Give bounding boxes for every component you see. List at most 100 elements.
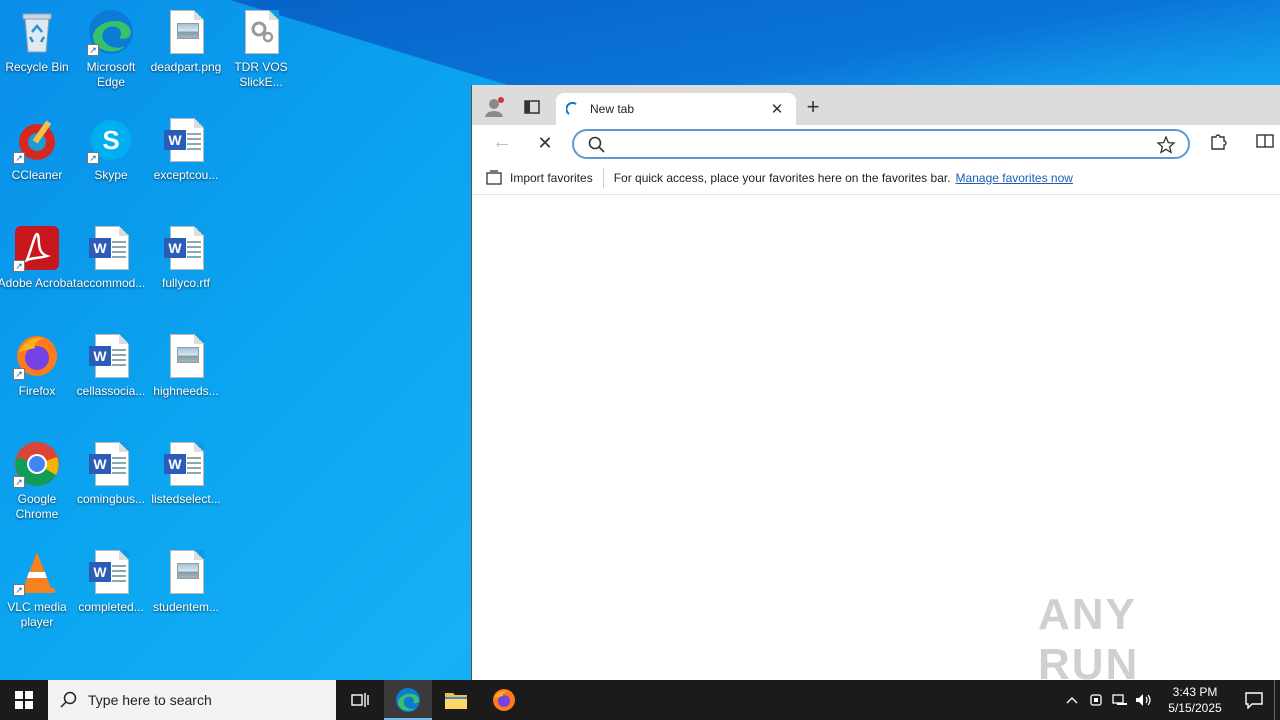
desktop-icon-skype[interactable]: S ↗ Skype xyxy=(74,116,148,183)
split-screen-button[interactable] xyxy=(1255,131,1279,155)
chrome-icon: ↗ xyxy=(13,440,61,488)
desktop-icon-fullyco[interactable]: W fullyco.rtf xyxy=(149,224,223,291)
manage-favorites-link[interactable]: Manage favorites now xyxy=(956,171,1073,185)
action-center-button[interactable] xyxy=(1234,680,1274,720)
import-favorites-label: Import favorites xyxy=(510,170,593,185)
desktop-icon-tdr-vos[interactable]: TDR VOS SlickE... xyxy=(224,8,298,90)
desktop-icon-label: Skype xyxy=(94,168,128,182)
navigation-toolbar: ← ✕ xyxy=(472,125,1280,161)
taskbar-clock[interactable]: 3:43 PM 5/15/2025 xyxy=(1160,684,1230,716)
network-icon[interactable] xyxy=(1108,680,1132,720)
desktop-icon-label: listedselect... xyxy=(151,492,221,506)
desktop-icon-adobe-acrobat[interactable]: ↗ Adobe Acrobat xyxy=(0,224,77,291)
desktop-icon-completed[interactable]: W completed... xyxy=(74,548,148,615)
task-view-icon xyxy=(351,693,369,707)
shortcut-arrow-icon: ↗ xyxy=(87,152,99,164)
desktop-icon-label: fullyco.rtf xyxy=(161,276,210,290)
shortcut-arrow-icon: ↗ xyxy=(13,152,25,164)
desktop-icon-label: VLC media player xyxy=(7,600,67,629)
taskbar-edge-button[interactable] xyxy=(384,680,432,720)
chevron-up-icon[interactable] xyxy=(1060,680,1084,720)
tab-strip: New tab ✕ + xyxy=(472,85,1280,125)
shortcut-arrow-icon: ↗ xyxy=(87,44,99,56)
desktop-icon-firefox[interactable]: ↗ Firefox xyxy=(0,332,74,399)
word-doc-icon: W xyxy=(87,224,135,272)
desktop-icon-vlc[interactable]: ↗ VLC media player xyxy=(0,548,74,630)
desktop-icon-google-chrome[interactable]: ↗ Google Chrome xyxy=(0,440,74,522)
favorites-bar-hint: For quick access, place your favorites h… xyxy=(613,170,951,185)
desktop-icon-highneeds[interactable]: highneeds... xyxy=(149,332,223,399)
import-favorites-icon xyxy=(486,169,502,185)
firefox-icon: ↗ xyxy=(13,332,61,380)
search-icon xyxy=(588,136,605,153)
skype-icon: S ↗ xyxy=(87,116,135,164)
svg-text:S: S xyxy=(102,125,119,155)
stop-loading-icon[interactable]: ✕ xyxy=(533,131,557,155)
loading-spinner-icon xyxy=(566,102,577,115)
tab-actions-icon xyxy=(524,100,540,114)
image-file-icon xyxy=(162,8,210,56)
desktop-icon-label: completed... xyxy=(78,600,144,614)
desktop-icon-label: CCleaner xyxy=(11,168,63,182)
desktop-icon-label: cellassocia... xyxy=(76,384,146,398)
taskbar-search-placeholder: Type here to search xyxy=(88,692,212,708)
edge-icon: ↗ xyxy=(87,8,135,56)
add-favorite-star-icon[interactable] xyxy=(1156,135,1176,155)
show-desktop-button[interactable] xyxy=(1274,680,1280,720)
desktop-icon-deadpart[interactable]: deadpart.png xyxy=(149,8,223,75)
desktop-icon-label: highneeds... xyxy=(153,384,219,398)
desktop-icon-label: Google Chrome xyxy=(15,492,59,521)
profile-icon xyxy=(485,97,504,117)
search-icon xyxy=(60,691,77,708)
tab-actions-button[interactable] xyxy=(518,93,546,121)
taskbar-file-explorer-button[interactable] xyxy=(432,680,480,720)
desktop-icon-label: Microsoft Edge xyxy=(86,60,136,89)
back-arrow-icon[interactable]: ← xyxy=(490,131,514,155)
notification-icon xyxy=(1245,692,1263,709)
address-bar[interactable] xyxy=(572,129,1190,159)
puzzle-piece-icon xyxy=(1211,134,1227,150)
device-icon[interactable] xyxy=(1084,680,1108,720)
new-tab-button[interactable]: + xyxy=(799,93,827,121)
shortcut-arrow-icon: ↗ xyxy=(13,584,25,596)
desktop-icon-studentem[interactable]: studentem... xyxy=(149,548,223,615)
taskbar: Type here to search 3:43 PM 5/15/2025 xyxy=(0,680,1280,720)
edge-icon xyxy=(396,688,420,712)
start-button[interactable] xyxy=(0,680,48,720)
desktop-icon-label: exceptcou... xyxy=(153,168,219,182)
volume-icon[interactable] xyxy=(1132,680,1156,720)
acrobat-icon: ↗ xyxy=(13,224,61,272)
desktop-icon-cellassocia[interactable]: W cellassocia... xyxy=(74,332,148,399)
import-favorites-button[interactable]: Import favorites xyxy=(486,167,604,188)
desktop-icon-label: deadpart.png xyxy=(150,60,222,74)
favorites-bar: Import favorites For quick access, place… xyxy=(472,161,1280,195)
desktop-icon-comingbus[interactable]: W comingbus... xyxy=(74,440,148,507)
desktop-icon-listedselect[interactable]: W listedselect... xyxy=(149,440,223,507)
desktop-icon-exceptcou[interactable]: W exceptcou... xyxy=(149,116,223,183)
taskbar-search-box[interactable]: Type here to search xyxy=(48,680,336,720)
word-doc-icon: W xyxy=(162,440,210,488)
desktop-icon-label: Adobe Acrobat xyxy=(0,276,77,290)
windows-logo-icon xyxy=(15,691,33,709)
close-tab-icon[interactable]: ✕ xyxy=(768,100,786,118)
desktop-icon-label: comingbus... xyxy=(76,492,146,506)
desktop-icon-ccleaner[interactable]: ↗ CCleaner xyxy=(0,116,74,183)
desktop-icon-label: studentem... xyxy=(152,600,220,614)
firefox-icon xyxy=(493,689,515,711)
image-file-icon xyxy=(162,548,210,596)
desktop-icon-microsoft-edge[interactable]: ↗ Microsoft Edge xyxy=(74,8,148,90)
desktop-icon-label: Firefox xyxy=(18,384,56,398)
folder-icon xyxy=(445,693,467,709)
tab-new-tab[interactable]: New tab ✕ xyxy=(556,93,796,125)
profile-button[interactable] xyxy=(480,93,508,121)
shortcut-arrow-icon: ↗ xyxy=(13,368,25,380)
desktop-icon-label: accommod... xyxy=(76,276,146,290)
desktop-icon-recycle-bin[interactable]: Recycle Bin xyxy=(0,8,74,75)
desktop-icon-accommod[interactable]: W accommod... xyxy=(74,224,148,291)
extensions-button[interactable] xyxy=(1207,131,1231,155)
shortcut-arrow-icon: ↗ xyxy=(13,476,25,488)
system-tray: 3:43 PM 5/15/2025 xyxy=(1060,680,1280,720)
ccleaner-icon: ↗ xyxy=(13,116,61,164)
taskbar-firefox-button[interactable] xyxy=(480,680,528,720)
task-view-button[interactable] xyxy=(336,680,384,720)
